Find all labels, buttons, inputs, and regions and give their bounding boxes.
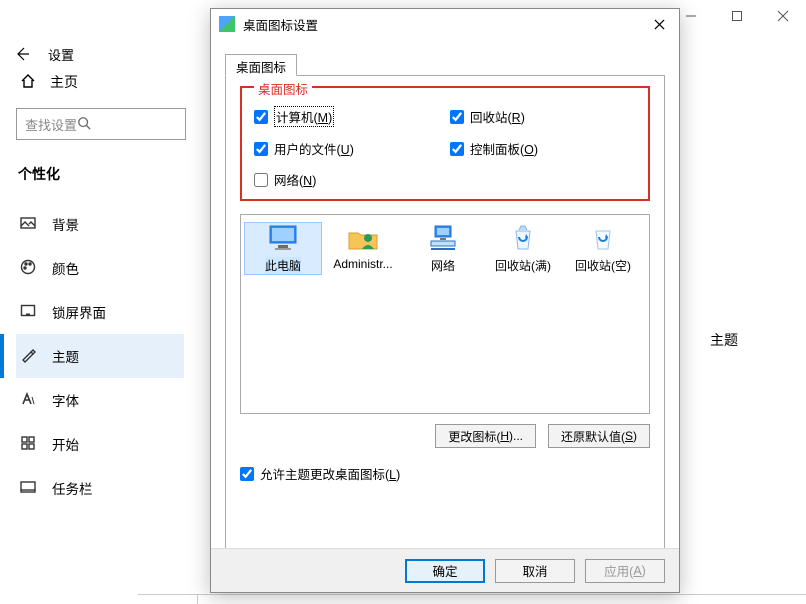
nav-fonts[interactable]: 字体 xyxy=(16,378,184,422)
tab-panel: 桌面图标 计算机(M) 回收站(R) 用户的文件(U) xyxy=(225,75,665,570)
image-icon xyxy=(20,215,36,234)
bottom-separator xyxy=(138,594,806,604)
window-controls xyxy=(668,0,806,32)
dialog-titlebar: 桌面图标设置 xyxy=(211,9,679,39)
nav-item-label: 颜色 xyxy=(52,258,79,278)
dialog-close-button[interactable] xyxy=(639,9,679,39)
icon-preview-list: 此电脑 Administr... 网络 回收站(满) xyxy=(240,214,650,414)
checkbox-network-input[interactable] xyxy=(254,173,268,187)
checkbox-controlpanel[interactable]: 控制面板(O) xyxy=(450,139,636,158)
checkbox-userfiles[interactable]: 用户的文件(U) xyxy=(254,139,440,158)
nav-item-label: 开始 xyxy=(52,434,79,454)
nav-item-label: 字体 xyxy=(52,390,79,410)
nav-item-label: 任务栏 xyxy=(52,478,93,498)
nav-lockscreen[interactable]: 锁屏界面 xyxy=(16,290,184,334)
group-label: 桌面图标 xyxy=(254,79,312,98)
recyclebin-empty-icon xyxy=(586,223,620,253)
preview-thispc[interactable]: 此电脑 xyxy=(245,223,321,274)
checkbox-computer-input[interactable] xyxy=(254,110,268,124)
nav-home-label: 主页 xyxy=(50,72,78,92)
dialog-title: 桌面图标设置 xyxy=(243,15,639,34)
start-icon xyxy=(20,435,36,454)
taskbar-icon xyxy=(20,479,36,498)
desktop-icons-group: 桌面图标 计算机(M) 回收站(R) 用户的文件(U) xyxy=(240,86,650,201)
search-icon xyxy=(77,116,91,133)
checkbox-network[interactable]: 网络(N) xyxy=(254,170,440,189)
preview-label: 回收站(空) xyxy=(575,257,631,274)
monitor-icon xyxy=(266,223,300,253)
content-heading-stub: 主题 xyxy=(710,330,738,350)
tab-desktop-icons[interactable]: 桌面图标 xyxy=(225,54,297,76)
checkbox-recyclebin-input[interactable] xyxy=(450,110,464,124)
ok-button[interactable]: 确定 xyxy=(405,559,485,583)
dialog-appicon xyxy=(219,16,235,32)
restore-defaults-button[interactable]: 还原默认值(S) xyxy=(548,424,650,448)
user-folder-icon xyxy=(346,223,380,253)
preview-userfolder[interactable]: Administr... xyxy=(325,223,401,274)
preview-recyclebin-empty[interactable]: 回收站(空) xyxy=(565,223,641,274)
icon-action-buttons: 更改图标(H)... 还原默认值(S) xyxy=(435,424,650,448)
preview-label: 此电脑 xyxy=(265,257,301,274)
nav-start[interactable]: 开始 xyxy=(16,422,184,466)
desktop-icon-settings-dialog: 桌面图标设置 桌面图标 桌面图标 计算机(M) 回收站(R) xyxy=(210,8,680,593)
apply-button[interactable]: 应用(A) xyxy=(585,559,665,583)
nav-item-label: 锁屏界面 xyxy=(52,302,106,322)
allow-themes-checkbox[interactable]: 允许主题更改桌面图标(L) xyxy=(240,464,400,483)
checkbox-recyclebin[interactable]: 回收站(R) xyxy=(450,106,636,127)
palette-icon xyxy=(20,259,36,278)
checkbox-grid: 计算机(M) 回收站(R) 用户的文件(U) 控制面板(O) xyxy=(254,106,636,189)
home-icon xyxy=(20,73,36,92)
tab-strip: 桌面图标 xyxy=(225,49,665,75)
nav-themes[interactable]: 主题 xyxy=(16,334,184,378)
search-placeholder: 查找设置 xyxy=(25,115,77,134)
nav-home[interactable]: 主页 xyxy=(16,64,184,108)
dialog-body: 桌面图标 桌面图标 计算机(M) 回收站(R) 用户的文 xyxy=(211,39,679,570)
checkbox-controlpanel-input[interactable] xyxy=(450,142,464,156)
maximize-button[interactable] xyxy=(714,0,760,32)
nav-colors[interactable]: 颜色 xyxy=(16,246,184,290)
recyclebin-full-icon xyxy=(506,223,540,253)
cancel-button[interactable]: 取消 xyxy=(495,559,575,583)
preview-network[interactable]: 网络 xyxy=(405,223,481,274)
preview-label: 回收站(满) xyxy=(495,257,551,274)
preview-label: 网络 xyxy=(431,257,455,274)
lockscreen-icon xyxy=(20,303,36,322)
nav-taskbar[interactable]: 任务栏 xyxy=(16,466,184,510)
themes-icon xyxy=(20,347,36,366)
network-icon xyxy=(426,223,460,253)
preview-label: Administr... xyxy=(333,257,392,271)
preview-recyclebin-full[interactable]: 回收站(满) xyxy=(485,223,561,274)
nav-item-label: 背景 xyxy=(52,214,79,234)
checkbox-userfiles-input[interactable] xyxy=(254,142,268,156)
close-button[interactable] xyxy=(760,0,806,32)
allow-themes-input[interactable] xyxy=(240,467,254,481)
nav-item-label: 主题 xyxy=(52,346,79,366)
checkbox-computer[interactable]: 计算机(M) xyxy=(254,106,440,127)
change-icon-button[interactable]: 更改图标(H)... xyxy=(435,424,536,448)
fonts-icon xyxy=(20,391,36,410)
dialog-footer: 确定 取消 应用(A) xyxy=(211,548,679,592)
search-input[interactable]: 查找设置 xyxy=(16,108,186,140)
nav-background[interactable]: 背景 xyxy=(16,202,184,246)
category-heading: 个性化 xyxy=(18,164,184,184)
settings-sidebar: 主页 查找设置 个性化 背景 颜色 锁屏界面 主题 xyxy=(0,54,200,510)
